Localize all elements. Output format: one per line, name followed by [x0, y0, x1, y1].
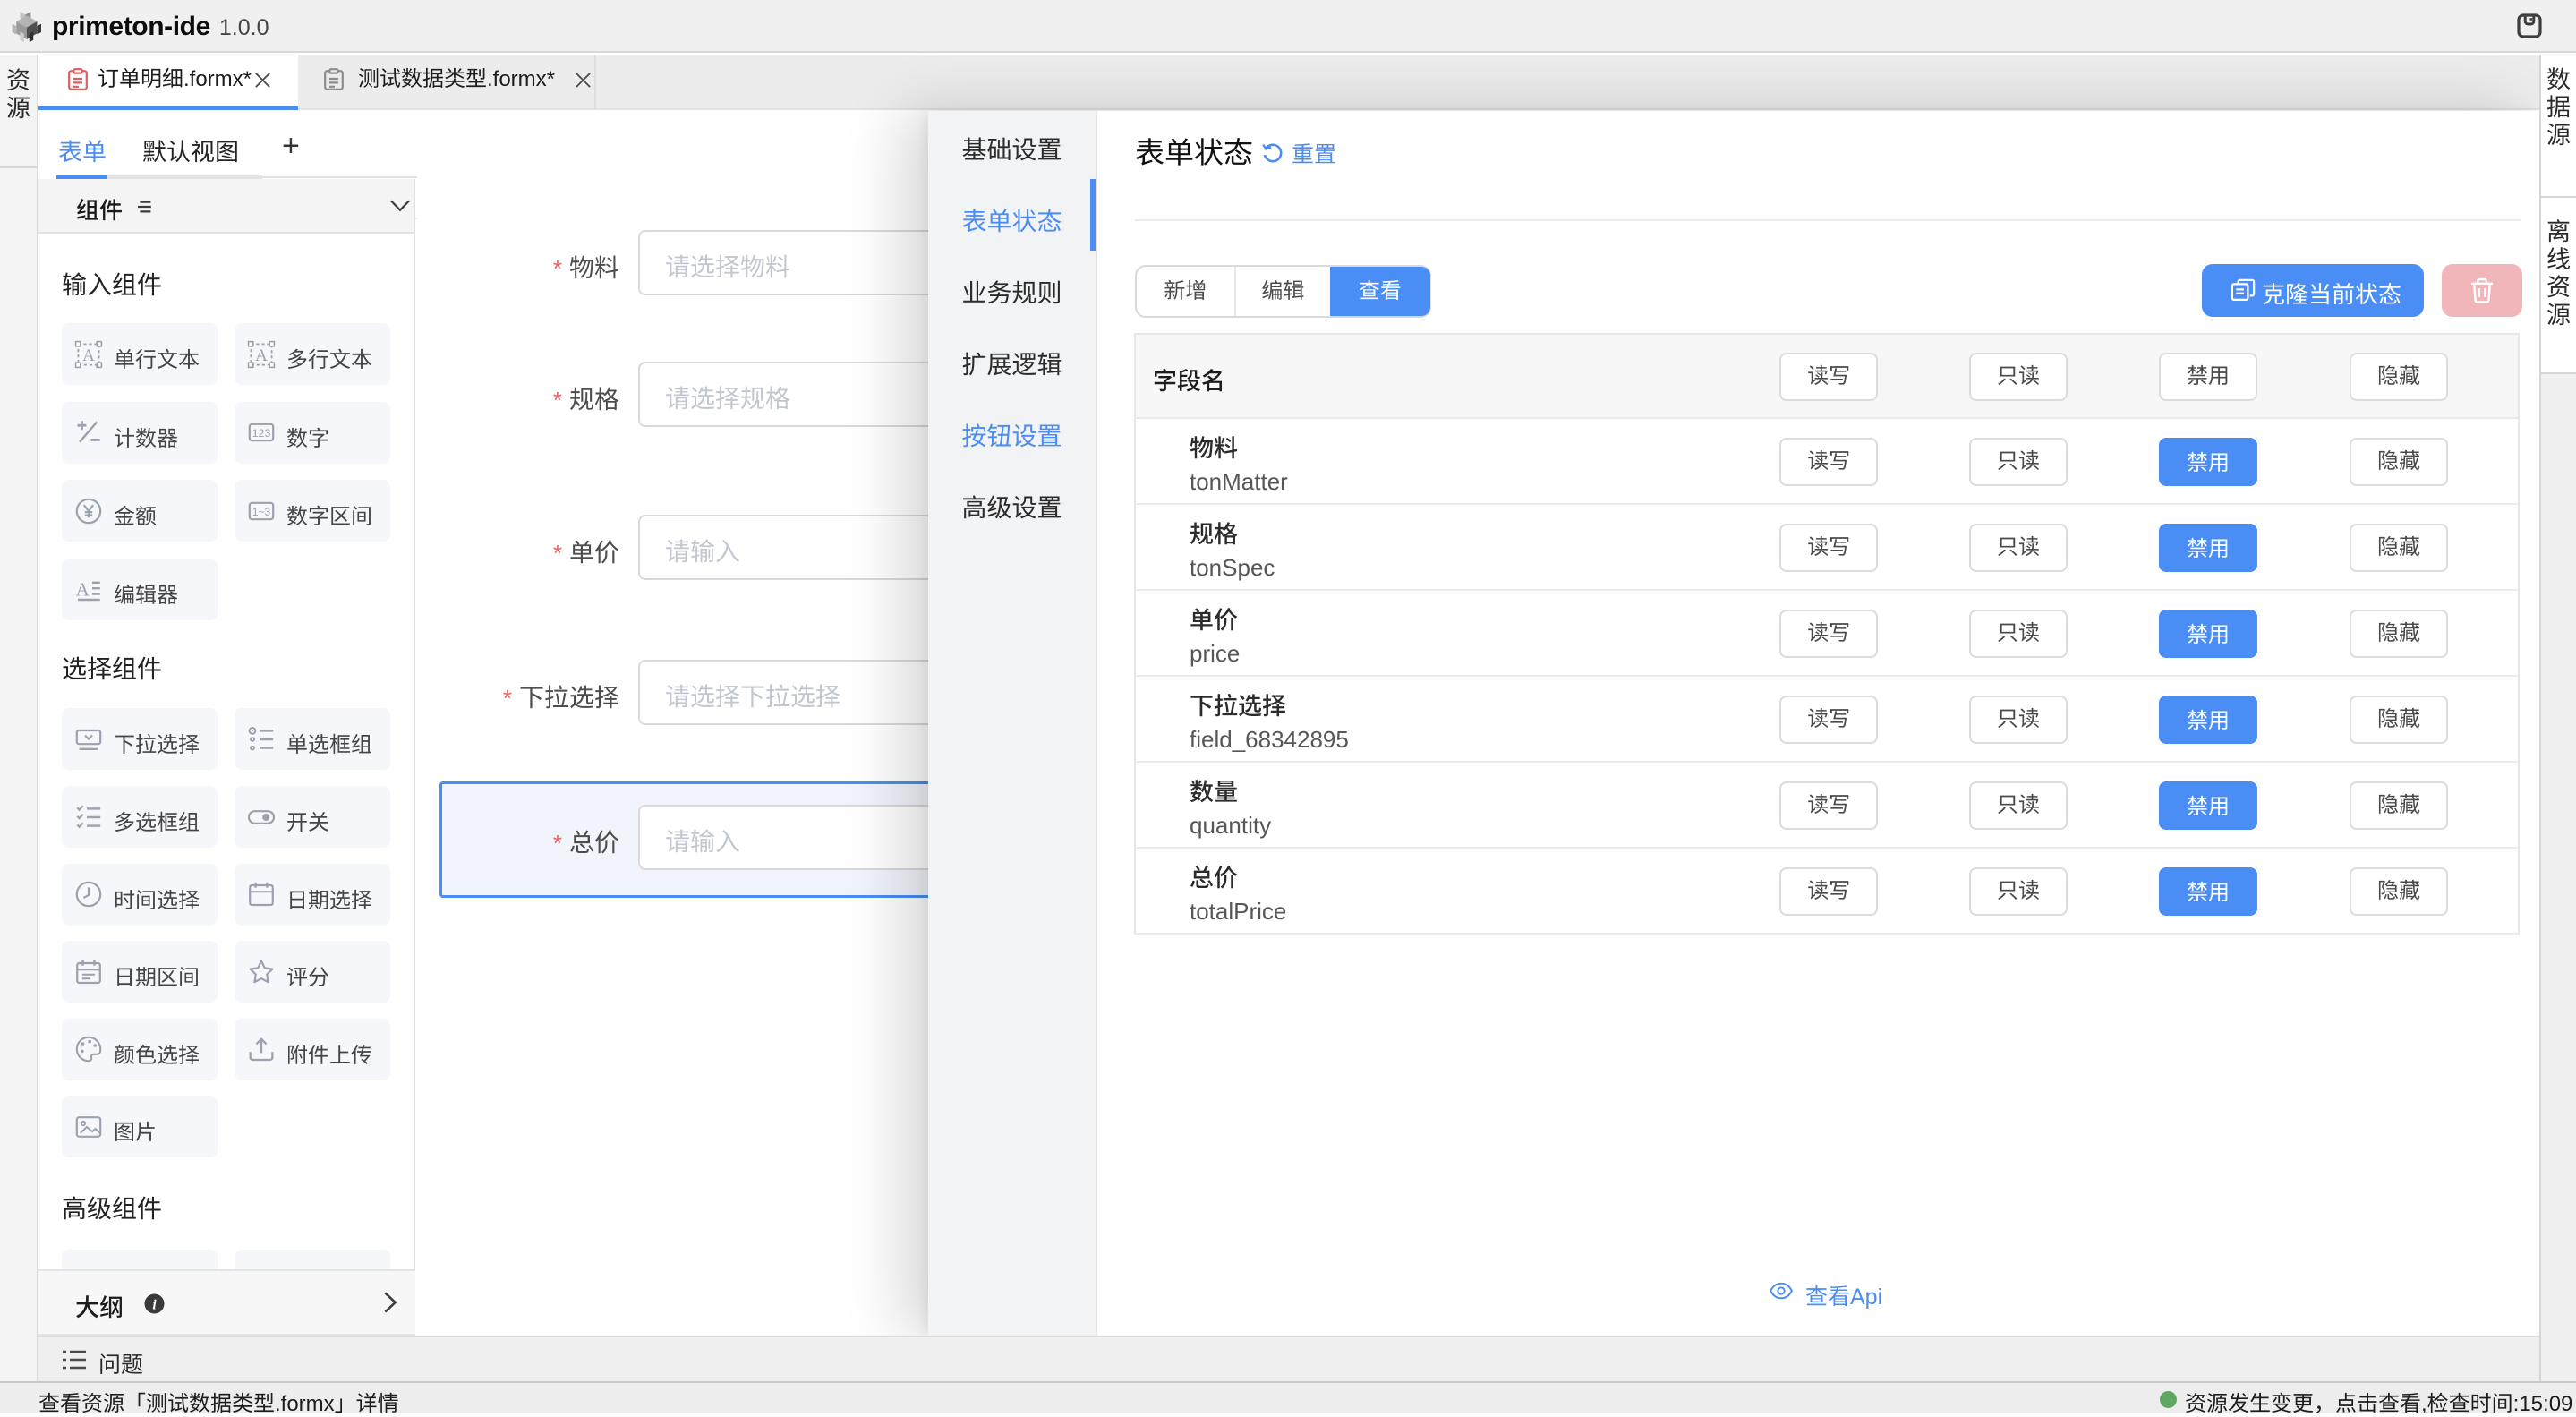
- svg-text:i: i: [152, 1297, 157, 1312]
